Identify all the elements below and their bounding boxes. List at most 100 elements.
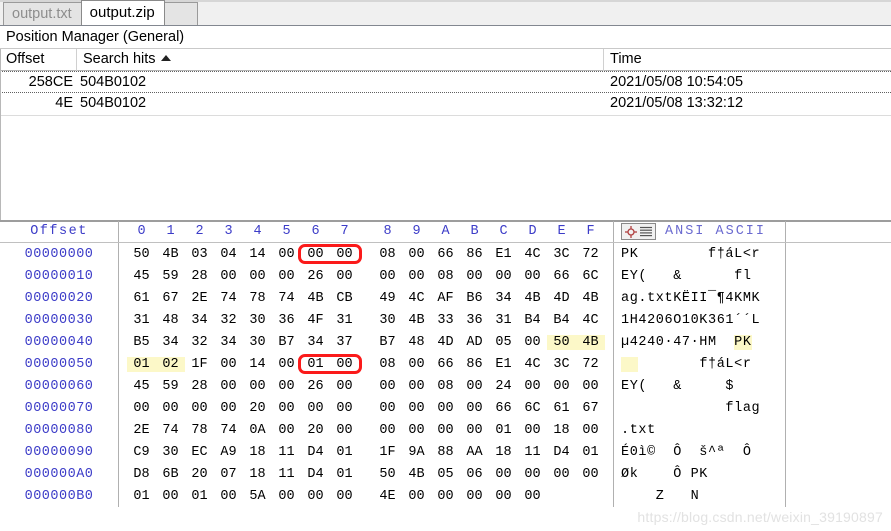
hex-byte[interactable]: 49 <box>373 291 402 306</box>
hex-row[interactable]: 00000000 50 4B 03 04 14 00 00 00 08 00 66 86 E1 4C 3C 72… <box>0 243 891 265</box>
hex-byte[interactable]: 11 <box>518 445 547 460</box>
hex-byte[interactable]: 34 <box>489 291 518 306</box>
hex-byte[interactable]: 00 <box>156 489 185 504</box>
hex-byte[interactable]: 4B <box>301 291 330 306</box>
hex-byte[interactable]: 28 <box>185 379 214 394</box>
hex-row[interactable]: 00000040 B5 34 32 34 30 B7 34 37 B7 48 4D AD 05 00 50 4B… <box>0 331 891 353</box>
hex-byte[interactable]: 00 <box>243 269 272 284</box>
hex-byte[interactable]: 00 <box>402 379 431 394</box>
hex-byte[interactable]: 72 <box>576 357 605 372</box>
hex-byte[interactable]: 00 <box>402 489 431 504</box>
hex-byte[interactable]: 4B <box>576 334 605 350</box>
hex-byte[interactable]: 48 <box>402 335 431 350</box>
hex-byte[interactable]: 00 <box>518 269 547 284</box>
hex-byte[interactable]: 00 <box>460 489 489 504</box>
hex-byte[interactable]: 6C <box>518 401 547 416</box>
hex-byte[interactable]: 34 <box>185 313 214 328</box>
hex-byte[interactable]: 00 <box>460 269 489 284</box>
hex-byte[interactable]: 00 <box>373 269 402 284</box>
hex-byte[interactable]: 00 <box>402 247 431 262</box>
column-header-offset[interactable]: Offset <box>0 49 77 71</box>
hex-byte[interactable]: 00 <box>330 489 359 504</box>
hex-byte[interactable]: 00 <box>518 467 547 482</box>
ascii-cells[interactable]: EY( & fl <box>613 265 785 287</box>
hex-byte[interactable]: 30 <box>156 445 185 460</box>
hex-byte[interactable]: 00 <box>373 379 402 394</box>
hex-byte[interactable]: 31 <box>330 313 359 328</box>
hex-byte[interactable]: 04 <box>214 247 243 262</box>
hex-byte[interactable]: 01 <box>330 445 359 460</box>
hex-byte[interactable]: 00 <box>489 269 518 284</box>
hex-byte[interactable]: 00 <box>547 467 576 482</box>
hex-byte[interactable]: 3C <box>547 247 576 262</box>
hex-byte[interactable]: 00 <box>272 379 301 394</box>
hex-byte[interactable]: 4F <box>301 313 330 328</box>
hex-byte[interactable]: 50 <box>373 467 402 482</box>
hex-byte[interactable]: AF <box>431 291 460 306</box>
hex-byte[interactable]: B6 <box>460 291 489 306</box>
hex-byte[interactable]: 00 <box>330 401 359 416</box>
hex-byte[interactable]: 00 <box>243 379 272 394</box>
hex-byte[interactable]: D4 <box>301 467 330 482</box>
hex-byte[interactable]: 00 <box>214 379 243 394</box>
hex-byte[interactable]: 00 <box>431 489 460 504</box>
hex-byte[interactable]: 78 <box>243 291 272 306</box>
hex-byte[interactable]: 32 <box>185 335 214 350</box>
hex-byte[interactable]: 00 <box>214 489 243 504</box>
hex-byte[interactable]: 05 <box>489 335 518 350</box>
hex-byte[interactable]: 28 <box>185 269 214 284</box>
hex-byte[interactable]: 4B <box>402 467 431 482</box>
hex-byte[interactable]: D4 <box>301 445 330 460</box>
hex-byte[interactable]: 00 <box>214 269 243 284</box>
hex-byte[interactable]: 18 <box>243 445 272 460</box>
hex-byte[interactable]: 08 <box>431 379 460 394</box>
hex-byte[interactable]: 07 <box>214 467 243 482</box>
hex-byte[interactable]: 20 <box>185 467 214 482</box>
hex-byte[interactable]: 00 <box>402 357 431 372</box>
hex-byte[interactable]: 74 <box>214 291 243 306</box>
hex-byte[interactable]: 00 <box>431 423 460 438</box>
hex-byte[interactable]: 00 <box>576 423 605 438</box>
hex-byte[interactable]: 37 <box>330 335 359 350</box>
hex-byte[interactable]: 6C <box>576 269 605 284</box>
ascii-cells[interactable]: PK f†áL<r <box>613 243 785 265</box>
hex-byte[interactable]: 4B <box>402 313 431 328</box>
hex-byte[interactable]: 02 <box>156 356 185 372</box>
hex-row[interactable]: 00000070 00 00 00 00 20 00 00 00 00 00 00 00 66 6C 61 67… <box>0 397 891 419</box>
ascii-cells[interactable]: ag.txtKËII¯¶4KMK <box>613 287 785 309</box>
hex-byte[interactable]: 30 <box>243 313 272 328</box>
hex-byte[interactable]: 00 <box>518 423 547 438</box>
hex-byte[interactable]: 18 <box>243 467 272 482</box>
hex-byte[interactable]: CB <box>330 291 359 306</box>
hex-byte[interactable]: 00 <box>214 401 243 416</box>
ascii-cells[interactable]: flag <box>613 397 785 419</box>
hex-byte[interactable]: 00 <box>272 357 301 372</box>
hex-byte[interactable]: 01 <box>330 467 359 482</box>
hex-byte[interactable]: 01 <box>127 356 156 372</box>
column-header-time[interactable]: Time <box>604 49 890 71</box>
hex-byte[interactable]: 01 <box>185 489 214 504</box>
hex-byte[interactable]: 00 <box>431 401 460 416</box>
hex-byte[interactable]: 14 <box>243 357 272 372</box>
hex-byte[interactable]: AD <box>460 335 489 350</box>
hex-byte[interactable]: 08 <box>431 269 460 284</box>
tab-output-zip[interactable]: output.zip <box>80 0 165 25</box>
ascii-cells[interactable]: µ4240·47·HM­ PK <box>613 331 785 353</box>
hex-byte[interactable]: 66 <box>431 247 460 262</box>
hex-byte[interactable]: 00 <box>489 489 518 504</box>
hex-byte[interactable]: 00 <box>330 357 359 372</box>
hex-byte[interactable]: E1 <box>489 247 518 262</box>
hex-byte[interactable]: 00 <box>518 335 547 350</box>
hex-byte[interactable]: D4 <box>547 445 576 460</box>
hex-byte[interactable]: 61 <box>547 401 576 416</box>
hex-byte[interactable]: 0A <box>243 423 272 438</box>
hex-byte[interactable]: 36 <box>272 313 301 328</box>
hex-byte[interactable]: 00 <box>156 401 185 416</box>
hex-byte[interactable]: EC <box>185 445 214 460</box>
hex-byte[interactable]: 4B <box>518 291 547 306</box>
hex-byte[interactable]: 61 <box>127 291 156 306</box>
hex-byte[interactable]: 00 <box>185 401 214 416</box>
hex-byte[interactable]: 01 <box>127 489 156 504</box>
hex-byte[interactable]: 01 <box>576 445 605 460</box>
hex-byte[interactable]: 00 <box>402 269 431 284</box>
